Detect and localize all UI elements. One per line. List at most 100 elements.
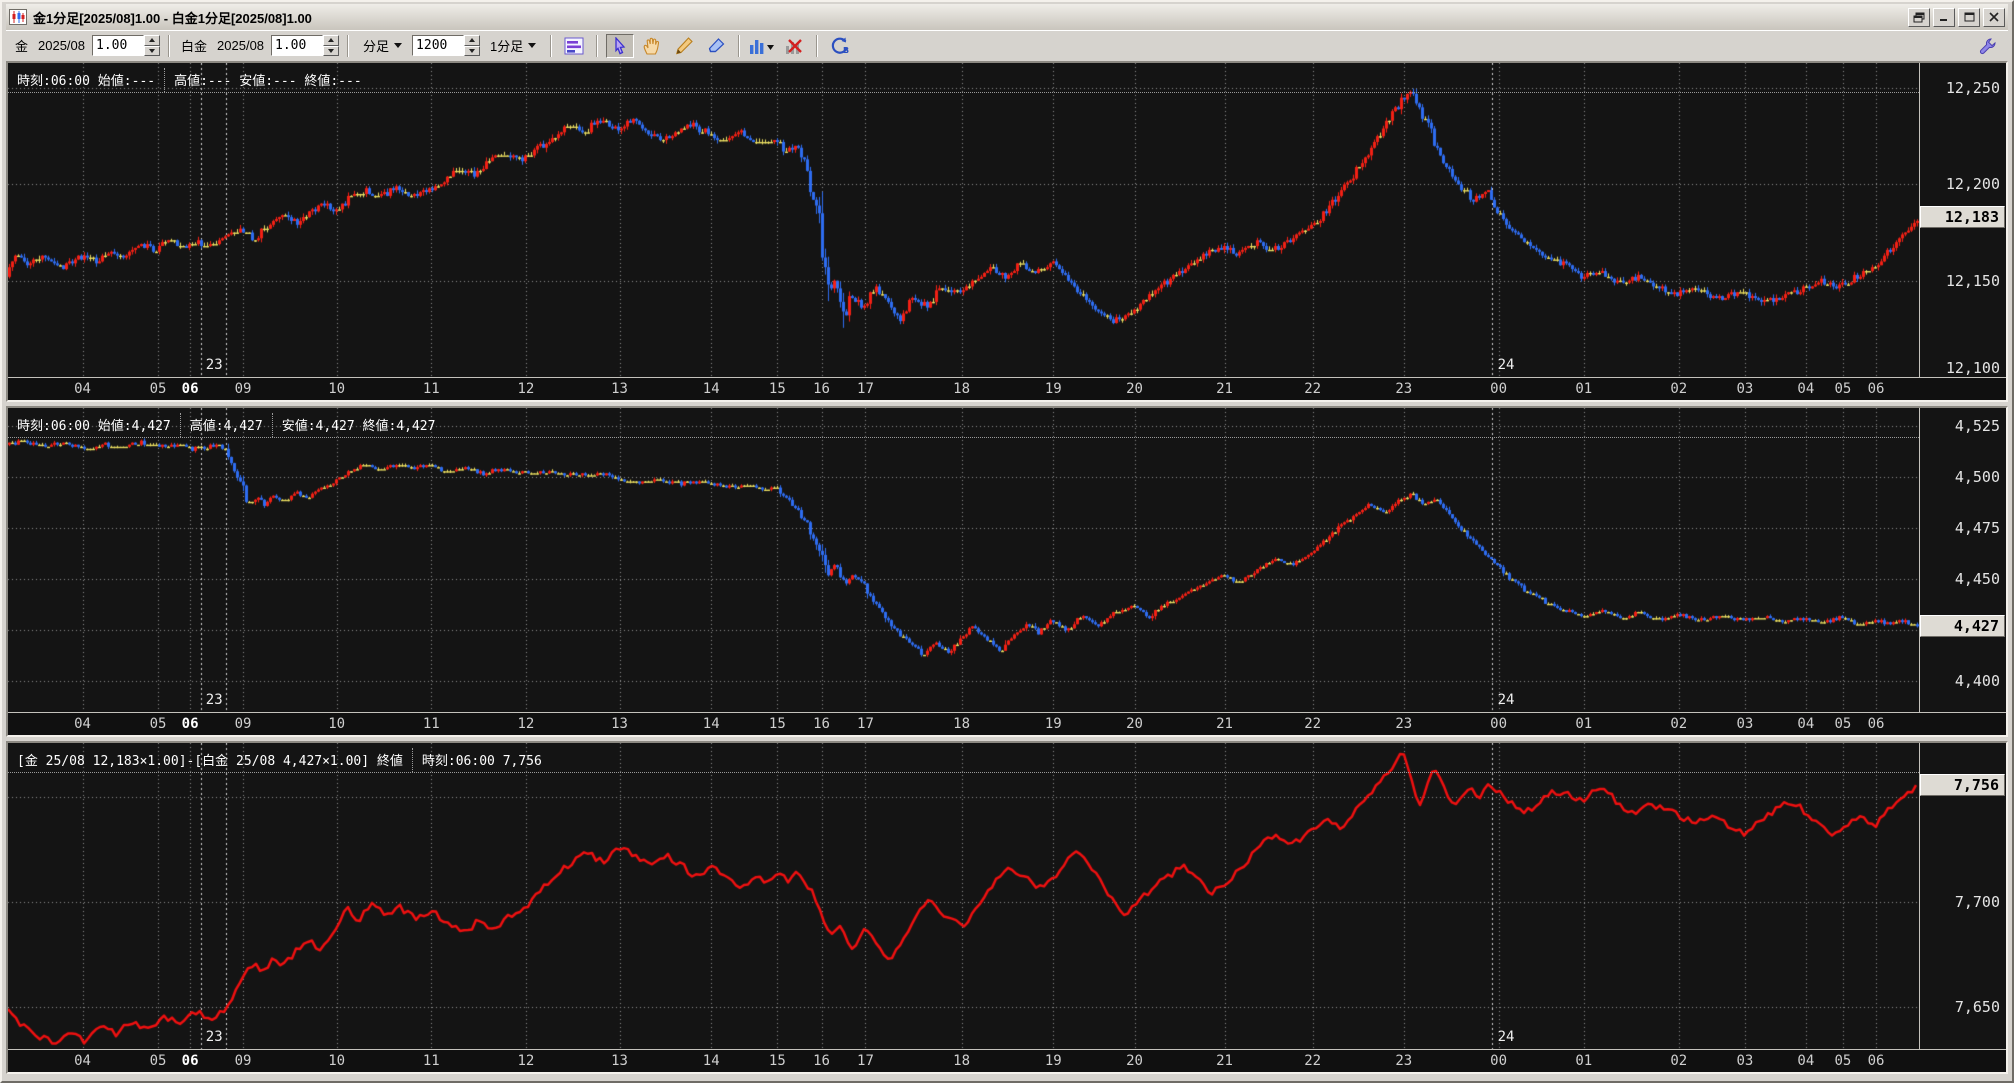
date-label: 24 <box>1497 1029 1515 1045</box>
minimize-button[interactable] <box>1933 7 1955 27</box>
bar-type-dropdown[interactable]: 分足 <box>357 35 408 57</box>
window-restore-button[interactable] <box>1908 7 1930 27</box>
x-tick-label: 06 <box>181 381 199 397</box>
eraser-button[interactable] <box>702 33 731 58</box>
cursor-select-button[interactable] <box>606 33 635 58</box>
gold-time-axis: 04 05 06 09 10 11 12 13 14 15 16 17 18 19 20 21 22 23 00 01… <box>8 377 2006 400</box>
x-tick-label: 19 <box>1044 381 1062 397</box>
x-tick-label: 04 <box>74 1053 91 1069</box>
bar-chart-icon <box>750 39 775 54</box>
gold-multiplier-input[interactable] <box>92 35 145 56</box>
bar-count-up-icon[interactable] <box>464 35 481 46</box>
x-tick-label: 22 <box>1304 381 1322 397</box>
x-tick-label: 09 <box>234 716 252 732</box>
x-tick-label: 17 <box>857 1053 874 1069</box>
platinum-symbol-label: 白金 <box>181 39 208 54</box>
x-tick-label: 21 <box>1216 1053 1233 1069</box>
bar-type-label: 分足 <box>363 39 390 54</box>
spread-line-canvas[interactable] <box>8 743 1919 1049</box>
x-tick-label: 11 <box>422 381 440 397</box>
toolbar-separator <box>816 34 819 57</box>
platinum-multiplier-up-icon[interactable] <box>323 35 340 46</box>
toolbar-separator <box>168 34 171 57</box>
eraser-icon <box>709 38 725 53</box>
chevron-down-icon <box>528 43 537 48</box>
date-label: 23 <box>205 692 223 708</box>
platinum-time-axis: 04 05 06 09 10 11 12 13 14 15 16 17 18 19 20 21 22 23 00 01… <box>8 712 2006 735</box>
toolbar-separator <box>596 34 599 57</box>
app-candlestick-icon <box>9 9 27 25</box>
x-tick-label: 12 <box>517 1053 535 1069</box>
x-tick-label: 20 <box>1126 716 1143 732</box>
x-tick-label: 03 <box>1736 1053 1754 1069</box>
x-tick-label: 05 <box>1834 716 1852 732</box>
x-tick-label: 01 <box>1575 716 1593 732</box>
x-tick-label: 02 <box>1670 1053 1688 1069</box>
x-tick-label: 16 <box>813 381 830 397</box>
maximize-button[interactable] <box>1958 7 1980 27</box>
date-label: 24 <box>1497 357 1515 373</box>
x-tick-label: 10 <box>328 1053 346 1069</box>
x-tick-label: 00 <box>1490 1053 1508 1069</box>
x-tick-label: 21 <box>1216 716 1233 732</box>
x-tick-label: 18 <box>953 381 971 397</box>
gold-month-label: 2025/08 <box>38 38 86 53</box>
gold-candlestick-canvas[interactable] <box>8 63 1919 377</box>
x-tick-label: 17 <box>857 716 874 732</box>
hand-pan-button[interactable] <box>638 33 667 58</box>
pencil-icon <box>676 37 694 55</box>
x-tick-label: 04 <box>1797 381 1815 397</box>
y-tick-label: 7,650 <box>1954 998 2000 1017</box>
x-tick-label: 02 <box>1670 381 1688 397</box>
spread-time-axis: 04 05 06 09 10 11 12 13 14 15 16 17 18 19 20 21 22 23 00 01… <box>8 1049 2006 1072</box>
settings-button[interactable] <box>1974 33 2002 58</box>
bar-count-down-icon[interactable] <box>464 45 481 56</box>
toolbar-separator <box>550 34 553 57</box>
spread-plot-area: [金 25/08 12,183×1.00]-[白金 25/08 4,427×1.… <box>8 743 1920 1049</box>
x-tick-label: 05 <box>149 716 167 732</box>
date-label: 24 <box>1497 692 1515 708</box>
x-tick-label: 15 <box>768 381 786 397</box>
title-bar[interactable]: 金1分足[2025/08]1.00 - 白金1分足[2025/08]1.00 <box>6 4 2008 30</box>
x-tick-label: 12 <box>517 716 535 732</box>
y-tick-label: 12,250 <box>1945 79 2000 98</box>
indicator-settings-button[interactable] <box>560 33 589 58</box>
toolbar-separator <box>347 34 350 57</box>
current-price-box: 4,427 <box>1920 615 2005 638</box>
x-tick-label: 13 <box>611 716 628 732</box>
gold-multiplier-up-icon[interactable] <box>144 35 161 46</box>
x-tick-label: 00 <box>1490 716 1508 732</box>
hand-icon <box>643 37 660 55</box>
x-tick-label: 11 <box>422 1053 440 1069</box>
clear-drawings-button[interactable] <box>780 33 809 58</box>
platinum-multiplier-input[interactable] <box>271 35 324 56</box>
x-tick-label: 09 <box>234 1053 252 1069</box>
bar-count-input[interactable] <box>412 35 465 56</box>
x-tick-label: 16 <box>813 716 830 732</box>
x-tick-label: 13 <box>611 381 628 397</box>
platinum-multiplier-down-icon[interactable] <box>323 45 340 56</box>
bar-style-button[interactable] <box>748 33 777 58</box>
refresh-button[interactable]: B <box>826 33 855 58</box>
x-tick-label: 10 <box>328 381 346 397</box>
gold-price-axis: 12,250 12,200 12,150 12,100 12,183 <box>1920 63 2006 377</box>
indicator-settings-icon <box>564 37 584 54</box>
spread-chart-panel: [金 25/08 12,183×1.00]-[白金 25/08 4,427×1.… <box>6 741 2008 1074</box>
x-tick-label: 22 <box>1304 716 1322 732</box>
window-title: 金1分足[2025/08]1.00 - 白金1分足[2025/08]1.00 <box>33 10 312 26</box>
x-tick-label: 10 <box>328 716 346 732</box>
x-tick-label: 12 <box>517 381 535 397</box>
close-button[interactable] <box>1983 7 2005 27</box>
x-tick-label: 05 <box>149 381 167 397</box>
platinum-candlestick-canvas[interactable] <box>8 408 1919 712</box>
toolbar-separator <box>738 34 741 57</box>
gold-multiplier-down-icon[interactable] <box>144 45 161 56</box>
x-tick-label: 01 <box>1575 381 1593 397</box>
x-tick-label: 06 <box>1867 1053 1885 1069</box>
x-tick-label: 04 <box>74 716 91 732</box>
interval-dropdown[interactable]: 1分足 <box>484 35 542 57</box>
pencil-draw-button[interactable] <box>670 33 699 58</box>
x-tick-label: 20 <box>1126 1053 1143 1069</box>
x-tick-label: 17 <box>857 381 874 397</box>
y-tick-label: 12,200 <box>1945 175 2000 194</box>
